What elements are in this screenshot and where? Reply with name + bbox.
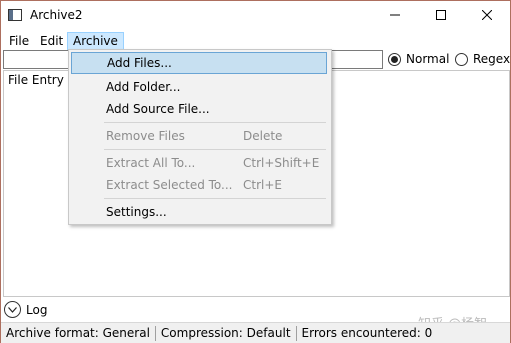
close-icon [481,9,493,23]
log-label: Log [26,302,48,317]
app-window: Archive2 File Edit Archive Normal Regex [0,0,511,343]
radio-selected-icon [388,52,401,66]
menu-item-shortcut: Delete [243,129,283,143]
menu-item-shortcut: Ctrl+E [243,178,282,192]
log-expander[interactable]: Log [4,301,47,318]
menu-item-label: Remove Files [106,129,185,143]
status-compression-value: Default [246,326,291,340]
menu-edit[interactable]: Edit [35,32,68,50]
mode-regex-radio[interactable]: Regex [455,52,510,66]
maximize-icon [436,9,446,23]
menu-item-label: Add Source File... [106,102,210,116]
menu-separator [104,198,326,199]
menu-item-label: Extract Selected To... [106,178,233,192]
archive-menu-dropdown: Add Files... Add Folder... Add Source Fi… [68,49,332,225]
mode-normal-label: Normal [406,52,450,66]
menu-item-add-files[interactable]: Add Files... [71,52,327,74]
menu-item-remove-files[interactable]: Remove Files Delete [71,125,327,147]
mode-normal-radio[interactable]: Normal [388,52,449,66]
menu-separator [104,149,326,150]
app-window-icon [8,9,22,21]
menu-item-extract-selected[interactable]: Extract Selected To... Ctrl+E [71,174,327,196]
menu-item-label: Add Folder... [106,80,181,94]
minimize-button[interactable] [372,1,418,31]
menu-item-add-source-file[interactable]: Add Source File... [71,98,327,120]
status-bar: Archive format: General Compression: Def… [1,322,510,343]
status-errors-label: Errors encountered: [301,326,421,340]
window-title: Archive2 [30,8,83,22]
menu-archive[interactable]: Archive [67,32,124,50]
menu-item-shortcut: Ctrl+Shift+E [243,156,320,170]
status-compression-label: Compression: [160,326,243,340]
minimize-icon [390,9,400,23]
menu-item-add-folder[interactable]: Add Folder... [71,76,327,98]
title-bar[interactable]: Archive2 [1,1,510,31]
column-header-file-entry[interactable]: File Entry N [8,73,77,87]
status-errors-value: 0 [424,326,433,340]
close-button[interactable] [464,1,510,31]
status-archive-format: Archive format: General [1,326,155,340]
radio-unselected-icon [455,52,468,66]
menu-separator [104,122,326,123]
chevron-down-circle-icon [4,301,21,318]
mode-regex-label: Regex [473,52,511,66]
status-archive-format-value: General [102,326,150,340]
menu-item-settings[interactable]: Settings... [71,201,327,223]
menu-file[interactable]: File [4,32,34,50]
maximize-button[interactable] [418,1,464,31]
menu-bar: File Edit Archive [1,31,510,51]
status-compression: Compression: Default [156,326,296,340]
status-archive-format-label: Archive format: [6,326,99,340]
menu-item-label: Settings... [106,205,167,219]
menu-item-label: Extract All To... [106,156,196,170]
menu-item-label: Add Files... [107,56,172,70]
status-errors: Errors encountered: 0 [297,326,438,340]
menu-item-extract-all[interactable]: Extract All To... Ctrl+Shift+E [71,152,327,174]
